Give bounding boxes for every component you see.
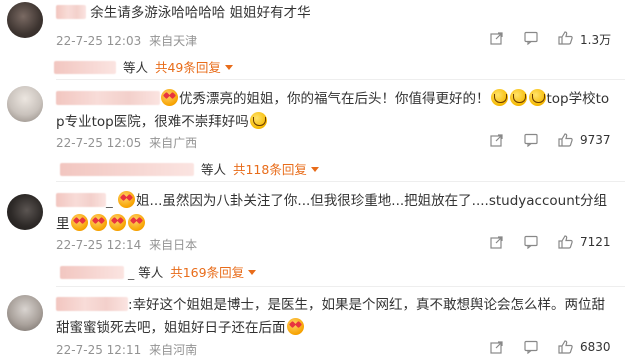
- replies-summary[interactable]: _ 等人 共169条回复: [60, 262, 257, 281]
- comment-actions: 7121: [490, 235, 625, 251]
- emoji-icon: [509, 89, 527, 106]
- comment-text: 余生请多游泳哈哈哈哈 姐姐好有才华: [56, 2, 616, 25]
- share-icon[interactable]: [490, 235, 504, 249]
- emoji-icon: [528, 89, 546, 106]
- like-icon: [558, 31, 573, 45]
- divider: [56, 286, 625, 287]
- like-icon: [558, 235, 573, 249]
- replier-blurred: [54, 61, 116, 74]
- comment-icon[interactable]: [524, 340, 538, 354]
- like-button[interactable]: 7121: [558, 235, 611, 249]
- share-icon[interactable]: [490, 340, 504, 354]
- emoji-icon: [249, 112, 267, 129]
- like-button[interactable]: 9737: [558, 133, 611, 147]
- like-icon: [558, 133, 573, 147]
- like-button[interactable]: 1.3万: [558, 31, 611, 47]
- replies-summary[interactable]: 等人 共118条回复: [60, 159, 319, 178]
- comment-meta: 22-7-25 12:03 来自天津: [56, 32, 197, 49]
- chevron-down-icon: [248, 270, 257, 275]
- replies-count-link[interactable]: 共169条回复: [170, 265, 244, 280]
- comment-meta: 22-7-25 12:14 来自日本: [56, 236, 197, 253]
- emoji-icon: [70, 214, 88, 231]
- avatar[interactable]: [7, 2, 43, 38]
- chevron-down-icon: [310, 167, 319, 172]
- username-blurred[interactable]: [56, 91, 160, 105]
- location: 来自广西: [149, 136, 198, 150]
- share-icon[interactable]: [490, 133, 504, 147]
- like-count: 7121: [580, 235, 611, 249]
- replier-blurred: [60, 266, 124, 279]
- location: 来自天津: [149, 34, 198, 48]
- username-blurred[interactable]: [56, 5, 86, 19]
- replier-blurred: [60, 163, 194, 176]
- like-icon: [558, 340, 573, 354]
- comment-icon[interactable]: [524, 133, 538, 147]
- like-button[interactable]: 6830: [558, 340, 611, 354]
- username-blurred[interactable]: [56, 193, 106, 207]
- divider: [56, 181, 625, 182]
- emoji-icon: [286, 318, 304, 335]
- comment-text: _ 姐...虽然因为八卦关注了你...但我很珍重地...把姐放在了....stu…: [56, 191, 608, 232]
- comment-meta: 22-7-25 12:11 来自河南: [56, 341, 197, 358]
- comment-text: :幸好这个姐姐是博士，是医生，如果是个网红，真不敢想舆论会怎么样。两位甜甜蜜蜜锁…: [56, 297, 606, 336]
- emoji-icon: [118, 191, 136, 208]
- emoji-icon: [108, 214, 126, 231]
- emoji-icon: [89, 214, 107, 231]
- replies-count-link[interactable]: 共118条回复: [233, 162, 307, 177]
- comment-actions: 9737: [490, 133, 625, 149]
- timestamp: 22-7-25 12:11: [56, 343, 142, 357]
- timestamp: 22-7-25 12:14: [56, 238, 142, 252]
- like-count: 9737: [580, 133, 611, 147]
- chevron-down-icon: [224, 65, 233, 70]
- like-count: 6830: [580, 340, 611, 354]
- timestamp: 22-7-25 12:05: [56, 136, 142, 150]
- emoji-icon: [161, 89, 178, 106]
- comment-actions: 6830: [490, 340, 625, 356]
- like-count: 1.3万: [580, 33, 612, 47]
- comment-actions: 1.3万: [490, 31, 625, 47]
- location: 来自日本: [149, 238, 198, 252]
- emoji-icon: [490, 89, 508, 106]
- avatar[interactable]: [7, 295, 43, 331]
- divider: [56, 79, 625, 80]
- share-icon[interactable]: [490, 31, 504, 45]
- comment-text: 优秀漂亮的姐姐，你的福气在后头！你值得更好的！ top学校top专业top医院，很…: [56, 89, 610, 130]
- comment-icon[interactable]: [524, 235, 538, 249]
- comment-meta: 22-7-25 12:05 来自广西: [56, 134, 197, 151]
- username-blurred[interactable]: [56, 297, 128, 311]
- replies-count-link[interactable]: 共49条回复: [155, 60, 221, 75]
- location: 来自河南: [149, 343, 198, 357]
- avatar[interactable]: [7, 86, 43, 122]
- timestamp: 22-7-25 12:03: [56, 34, 142, 48]
- comment-icon[interactable]: [524, 31, 538, 45]
- avatar[interactable]: [7, 194, 43, 230]
- replies-summary[interactable]: 等人 共49条回复: [54, 57, 233, 76]
- emoji-icon: [127, 214, 145, 231]
